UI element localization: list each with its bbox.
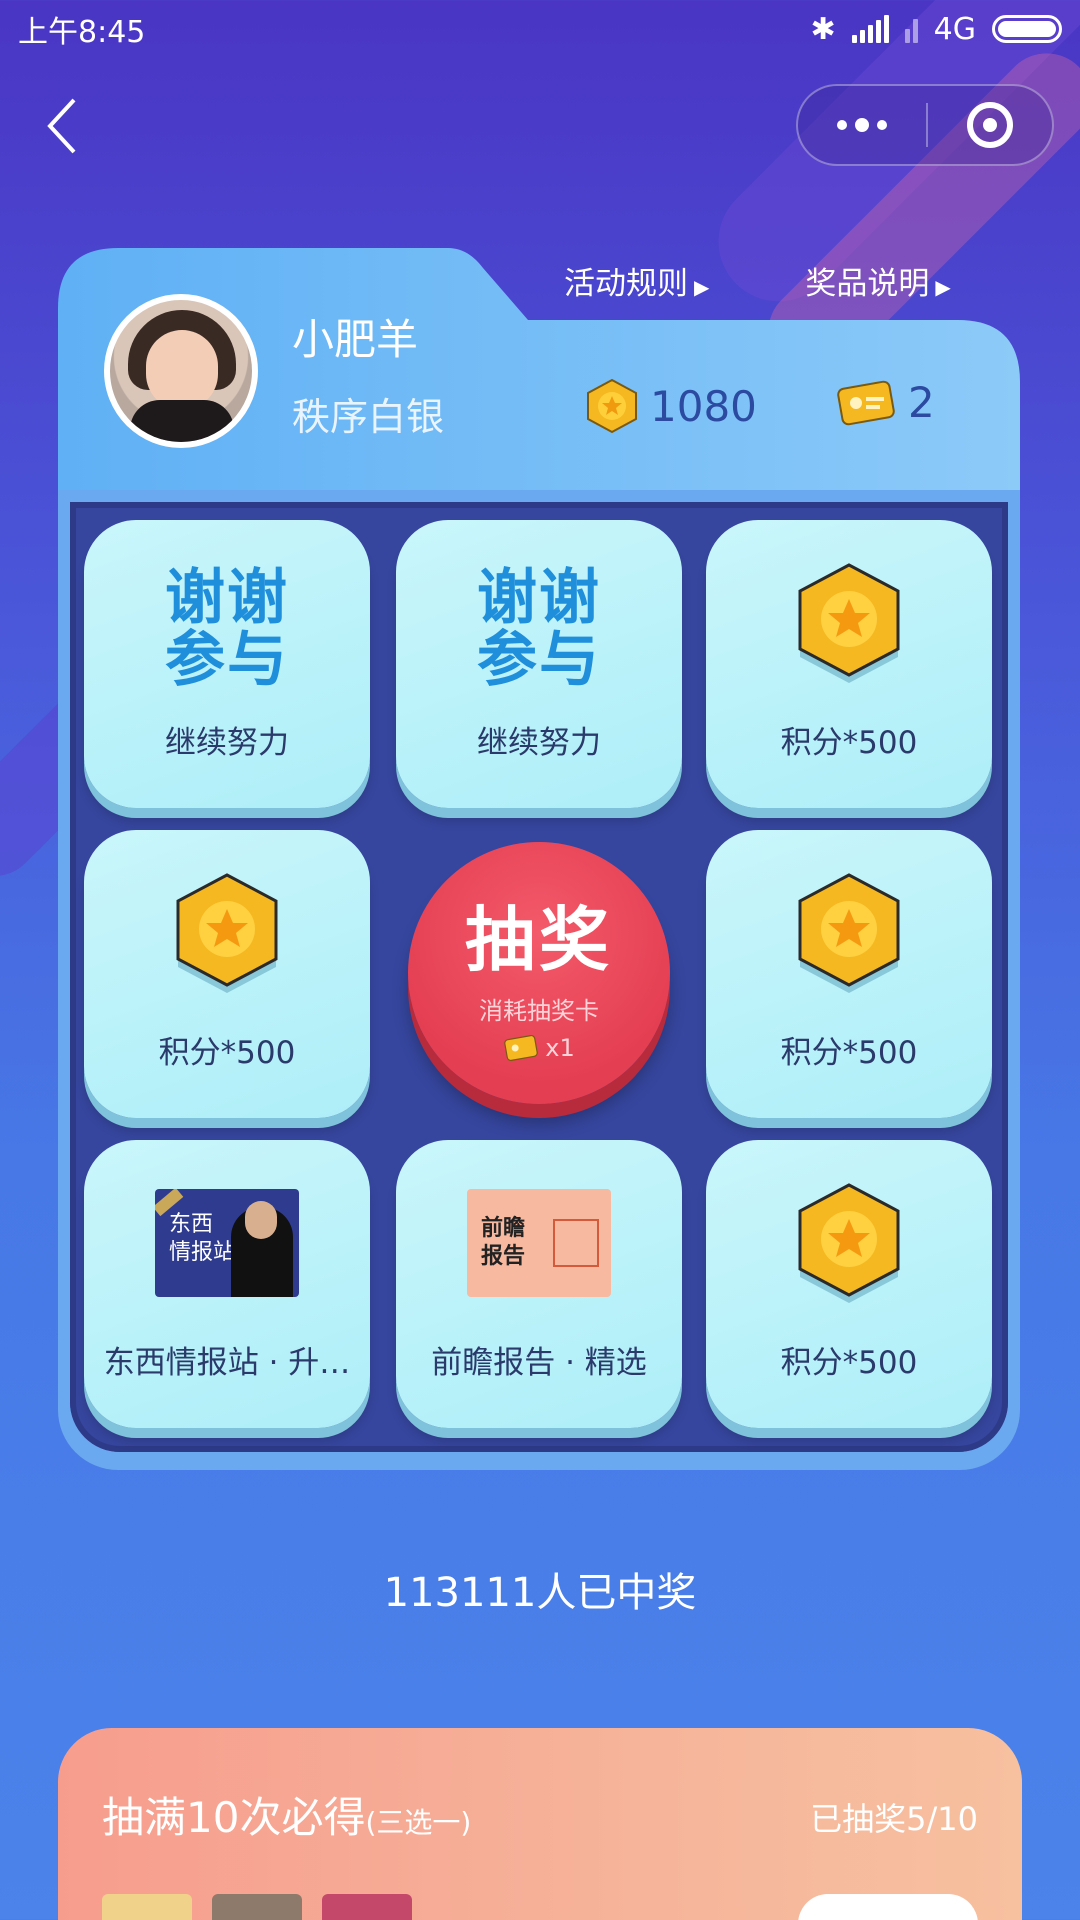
prize-tile-points: 积分*500 — [84, 830, 370, 1118]
more-button[interactable] — [798, 86, 926, 164]
prize-tile-thanks: 谢谢 参与 继续努力 — [396, 520, 682, 808]
user-level: 秩序白银 — [292, 395, 445, 439]
bluetooth-icon: ✱ — [810, 11, 836, 47]
miniprogram-capsule — [796, 84, 1054, 166]
prize-label: 东西情报站 · 升… — [103, 1345, 351, 1381]
report-thumbnail: 前瞻 报告 — [467, 1189, 611, 1297]
dot-icon — [837, 120, 847, 130]
target-icon — [967, 102, 1013, 148]
prize-label: 积分*500 — [780, 1345, 918, 1381]
avatar[interactable] — [104, 294, 258, 448]
header-links: 活动规则 ▶ 奖品说明 ▶ — [564, 258, 951, 303]
cards-value: 2 — [908, 378, 935, 427]
winners-count: 113111人已中奖 — [383, 1570, 697, 1616]
battery-icon — [992, 15, 1062, 43]
lottery-card-icon — [504, 1034, 539, 1062]
milestone-title: 抽满10次必得(三选一) — [102, 1793, 472, 1842]
prize-label: 积分*500 — [158, 1035, 296, 1071]
points-stat: 1080 — [586, 378, 757, 434]
prize-tile-thanks: 谢谢 参与 继续努力 — [84, 520, 370, 808]
coin-icon — [798, 563, 900, 683]
coin-icon — [176, 873, 278, 993]
milestone-progress: 已抽奖5/10 — [810, 1800, 978, 1838]
back-arrow-icon[interactable] — [44, 96, 84, 156]
draw-label: 抽奖 — [465, 899, 613, 981]
coin-icon — [587, 378, 637, 434]
prize-label: 积分*500 — [780, 1035, 918, 1071]
prize-label: 继续努力 — [165, 725, 289, 761]
coin-icon — [798, 1183, 900, 1303]
network-type: 4G — [933, 11, 976, 47]
prize-tile-points: 积分*500 — [706, 520, 992, 808]
reward-thumbnail[interactable] — [212, 1894, 302, 1920]
signal-icon-2 — [904, 15, 918, 43]
prize-tile-points: 积分*500 — [706, 1140, 992, 1428]
lottery-card-icon — [837, 380, 895, 425]
draw-subtitle: 消耗抽奖卡 — [479, 997, 599, 1025]
user-name: 小肥羊 — [292, 315, 419, 364]
prize-label: 前瞻报告 · 精选 — [431, 1345, 647, 1381]
claim-button[interactable] — [798, 1894, 978, 1920]
milestone-card: 抽满10次必得(三选一) 已抽奖5/10 — [58, 1728, 1022, 1920]
prize-description-link[interactable]: 奖品说明 ▶ — [805, 258, 950, 303]
status-bar: 上午8:45 ✱ 4G — [0, 0, 1080, 58]
prize-tile-course: 东西 情报站 东西情报站 · 升… — [84, 1140, 370, 1428]
dot-icon — [877, 120, 887, 130]
reward-thumbnail[interactable] — [322, 1894, 412, 1920]
points-value: 1080 — [650, 381, 757, 431]
course-thumbnail: 东西 情报站 — [155, 1189, 299, 1297]
coin-icon — [798, 873, 900, 993]
reward-thumbnail[interactable] — [102, 1894, 192, 1920]
thanks-text: 谢谢 参与 — [165, 563, 289, 695]
prize-label: 积分*500 — [780, 725, 918, 761]
cards-stat: 2 — [836, 378, 935, 427]
thanks-text: 谢谢 参与 — [477, 563, 601, 695]
status-time: 上午8:45 — [18, 15, 146, 50]
activity-rules-link[interactable]: 活动规则 ▶ — [564, 258, 709, 303]
close-miniprogram-button[interactable] — [928, 102, 1052, 148]
draw-button[interactable]: 抽奖 消耗抽奖卡 x1 — [408, 842, 670, 1104]
prize-tile-course: 前瞻 报告 前瞻报告 · 精选 — [396, 1140, 682, 1428]
draw-cost: x1 — [503, 1034, 575, 1062]
signal-icon — [851, 15, 889, 43]
dot-icon — [855, 118, 869, 132]
prize-tile-points: 积分*500 — [706, 830, 992, 1118]
draw-cost-value: x1 — [545, 1034, 575, 1062]
prize-label: 继续努力 — [477, 725, 601, 761]
